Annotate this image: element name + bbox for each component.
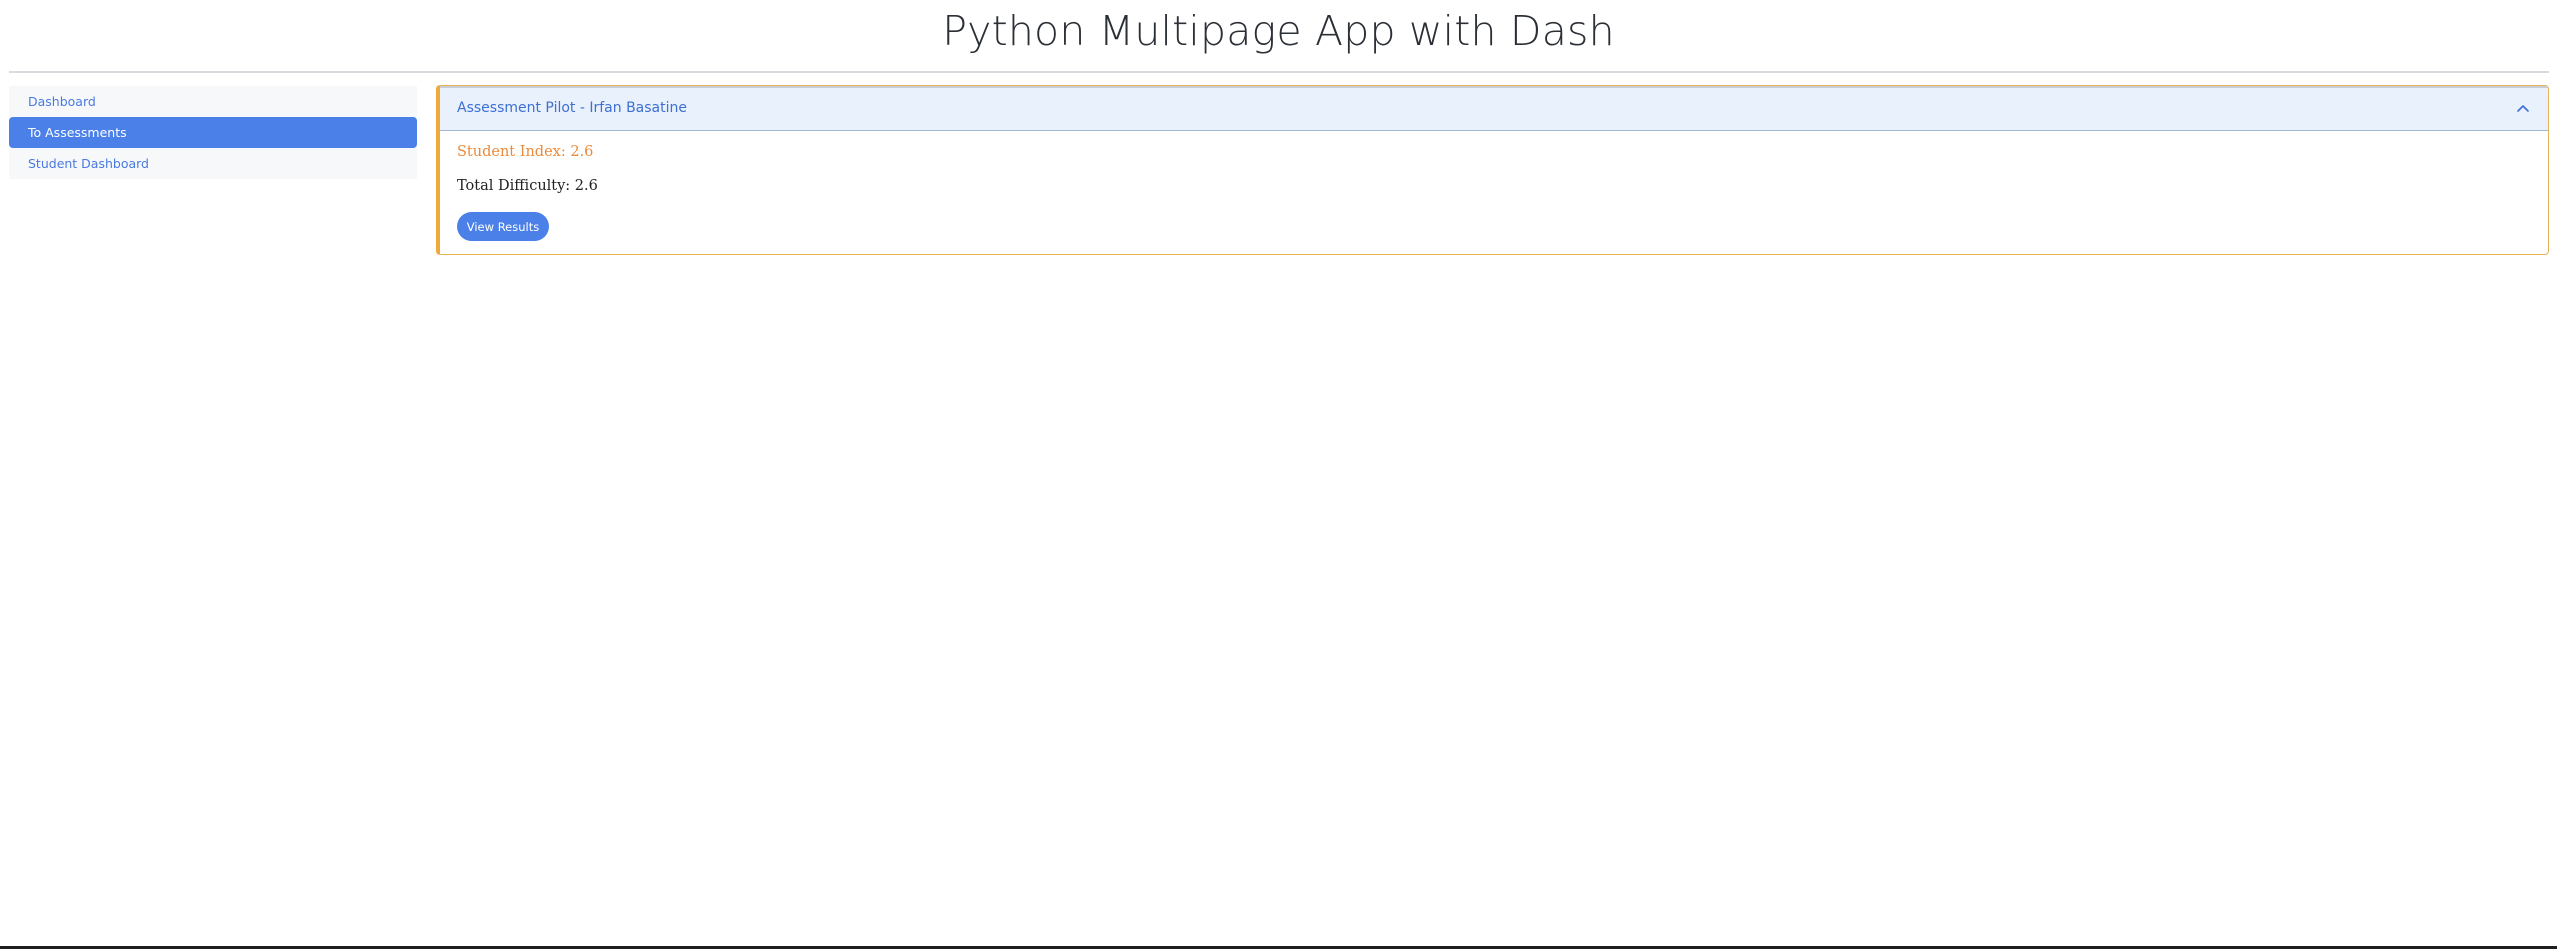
app-page: Python Multipage App with Dash Dashboard… [0,0,2557,949]
view-results-button[interactable]: View Results [457,212,549,241]
title-divider [9,71,2549,73]
chevron-up-icon[interactable] [2515,100,2531,116]
sidebar-item-student-dashboard[interactable]: Student Dashboard [9,148,417,179]
sidebar-item-dashboard[interactable]: Dashboard [9,86,417,117]
accordion-title: Assessment Pilot - Irfan Basatine [457,100,687,116]
student-index-text: Student Index: 2.6 [457,144,594,160]
total-difficulty-text: Total Difficulty: 2.6 [457,178,598,194]
assessment-accordion: Assessment Pilot - Irfan Basatine Studen… [436,85,2549,255]
sidebar-item-to-assessments[interactable]: To Assessments [9,117,417,148]
sidebar-nav: Dashboard To Assessments Student Dashboa… [9,86,417,179]
accordion-header[interactable]: Assessment Pilot - Irfan Basatine [440,86,2548,131]
page-title: Python Multipage App with Dash [942,7,1615,55]
